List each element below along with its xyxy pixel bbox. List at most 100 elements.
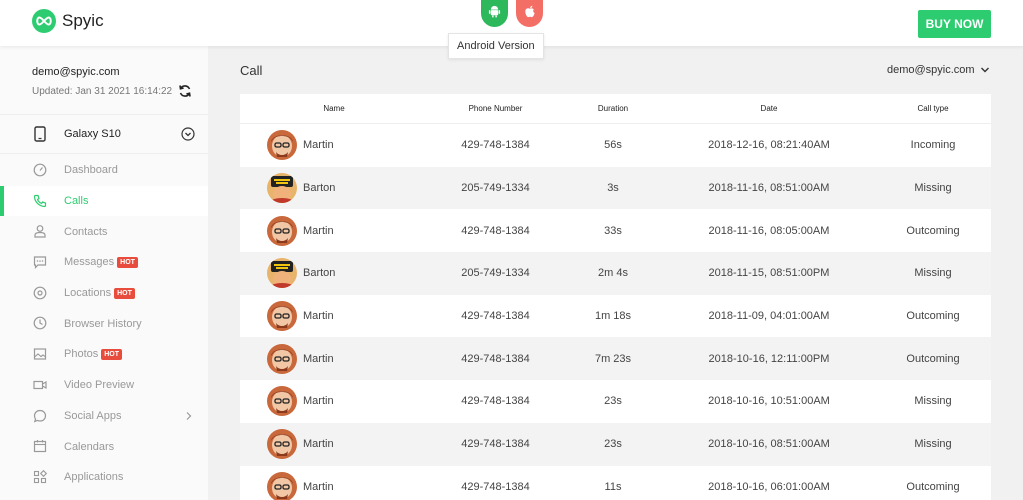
- cell-call-type: Outcoming: [906, 310, 960, 323]
- sidebar-item-text: Locations: [64, 287, 112, 300]
- cell-phone: 429-748-1384: [461, 310, 530, 323]
- ios-version-button[interactable]: [516, 0, 543, 27]
- brand-logo[interactable]: Spyic: [32, 9, 104, 33]
- infinity-logo-icon: [32, 9, 56, 33]
- table-row[interactable]: Martin 429-748-1384 11s 2018-10-16, 06:01:0…: [240, 466, 991, 500]
- contact-name: Martin: [303, 438, 334, 451]
- table-row[interactable]: Barton 205-749-1334 3s 2018-11-16, 08:51:00…: [240, 166, 991, 210]
- avatar: [267, 130, 297, 161]
- column-header-phone[interactable]: Phone Number: [428, 104, 563, 113]
- column-header-duration[interactable]: Duration: [563, 104, 663, 113]
- sidebar-item-messages[interactable]: Messages HOT: [0, 247, 208, 278]
- column-header-name[interactable]: Name: [240, 104, 428, 113]
- cell-duration: 7m 23s: [594, 352, 632, 365]
- table-body: Martin 429-748-1384 56s 2018-12-16, 08:21:4…: [240, 124, 991, 500]
- cell-date: 2018-10-16, 10:51:00AM: [708, 395, 830, 408]
- phone-icon: [33, 194, 47, 208]
- contact-name: Martin: [303, 224, 334, 237]
- android-version-button[interactable]: [481, 0, 508, 27]
- account-email: demo@spyic.com: [32, 66, 120, 78]
- device-name: Galaxy S10: [64, 128, 121, 140]
- contact-name: Martin: [303, 352, 334, 365]
- apps-grid-icon: [33, 469, 47, 484]
- cell-name: Martin: [240, 386, 428, 417]
- apple-icon: [524, 5, 536, 23]
- cell-duration: 2m 4s: [598, 267, 628, 280]
- table-row[interactable]: Martin 429-748-1384 23s 2018-10-16, 10:51:0…: [240, 380, 991, 423]
- cell-call-type: Outcoming: [906, 224, 960, 237]
- cell-call-type: Outcoming: [906, 480, 960, 493]
- hot-badge: HOT: [117, 257, 138, 268]
- chat-bubble-icon: [33, 409, 47, 423]
- table-header: Name Phone Number Duration Date Call typ…: [240, 94, 991, 124]
- sidebar-item-label: Messages HOT: [64, 256, 138, 268]
- cell-duration: 23s: [604, 395, 622, 408]
- contact-name: Martin: [303, 480, 334, 493]
- sidebar-item-social-apps[interactable]: Social Apps: [0, 401, 208, 432]
- cell-name: Martin: [240, 429, 428, 460]
- user-menu[interactable]: demo@spyic.com: [887, 64, 990, 76]
- table-row[interactable]: Martin 429-748-1384 23s 2018-10-16, 08:51:0…: [240, 422, 991, 466]
- table-row[interactable]: Martin 429-748-1384 1m 18s 2018-11-09, 04:0…: [240, 295, 991, 338]
- cell-call-type: Missing: [914, 182, 952, 195]
- table-row[interactable]: Martin 429-748-1384 33s 2018-11-16, 08:05:0…: [240, 209, 991, 252]
- cell-name: Barton: [240, 258, 428, 289]
- column-header-date[interactable]: Date: [663, 104, 875, 113]
- sidebar-item-text: Photos: [64, 348, 99, 361]
- column-header-call-type[interactable]: Call type: [875, 104, 991, 113]
- table-row[interactable]: Martin 429-748-1384 56s 2018-12-16, 08:21:4…: [240, 124, 991, 167]
- contact-name: Martin: [303, 139, 334, 152]
- table-row[interactable]: Martin 429-748-1384 7m 23s 2018-10-16, 12:1…: [240, 337, 991, 381]
- sidebar-item-contacts[interactable]: Contacts: [0, 216, 208, 247]
- sidebar-item-photos[interactable]: Photos HOT: [0, 339, 208, 370]
- avatar: [267, 386, 297, 417]
- sidebar-item-dashboard[interactable]: Dashboard: [0, 155, 208, 186]
- avatar: [267, 429, 297, 460]
- sidebar-item-label: Browser History: [64, 317, 142, 330]
- image-icon: [33, 347, 47, 361]
- sidebar-item-applications[interactable]: Applications: [0, 462, 208, 493]
- cell-name: Martin: [240, 130, 428, 161]
- message-icon: [33, 255, 47, 270]
- cell-phone: 429-748-1384: [461, 438, 530, 451]
- cell-call-type: Outcoming: [906, 352, 960, 365]
- cell-name: Martin: [240, 471, 428, 500]
- chevron-down-circle-icon[interactable]: [181, 127, 195, 146]
- cell-phone: 429-748-1384: [461, 352, 530, 365]
- cell-date: 2018-10-16, 06:01:00AM: [708, 480, 830, 493]
- sidebar-item-label: Video Preview: [64, 379, 135, 392]
- sidebar-item-video-preview[interactable]: Video Preview: [0, 370, 208, 401]
- sidebar-item-label: Social Apps: [64, 409, 122, 422]
- cell-date: 2018-12-16, 08:21:40AM: [708, 139, 830, 152]
- hot-badge: HOT: [101, 349, 123, 361]
- cell-date: 2018-10-16, 12:11:00PM: [708, 352, 830, 365]
- sidebar-item-browser-history[interactable]: Browser History: [0, 308, 208, 339]
- chevron-right-icon: [185, 411, 193, 424]
- cell-duration: 56s: [604, 139, 622, 152]
- cell-call-type: Incoming: [910, 139, 956, 152]
- user-icon: [33, 224, 47, 238]
- buy-now-button[interactable]: BUY NOW: [918, 10, 991, 38]
- refresh-icon[interactable]: [178, 84, 192, 98]
- sidebar-item-calendars[interactable]: Calendars: [0, 431, 208, 462]
- cell-phone: 429-748-1384: [461, 139, 530, 152]
- sidebar-item-calls[interactable]: Calls: [0, 185, 208, 217]
- cell-date: 2018-11-16, 08:05:00AM: [708, 224, 830, 237]
- avatar: [267, 215, 297, 246]
- cell-duration: 33s: [604, 224, 622, 237]
- table-row[interactable]: Barton 205-749-1334 2m 4s 2018-11-15, 08:51…: [240, 252, 991, 295]
- cell-duration: 23s: [604, 438, 622, 451]
- cell-phone: 429-748-1384: [461, 480, 530, 493]
- sidebar-item-label: Locations HOT: [64, 287, 135, 299]
- sidebar-item-label: Contacts: [64, 225, 108, 238]
- sidebar-item-locations[interactable]: Locations HOT: [0, 278, 208, 309]
- sidebar-nav: Dashboard Calls Contacts Messages HOT Loc…: [0, 155, 208, 493]
- device-selector[interactable]: Galaxy S10: [0, 114, 208, 154]
- video-icon: [33, 378, 47, 392]
- sidebar-item-label: Photos HOT: [64, 348, 123, 361]
- sidebar-item-label: Dashboard: [64, 164, 118, 177]
- cell-date: 2018-10-16, 08:51:00AM: [708, 438, 830, 451]
- cell-name: Martin: [240, 301, 428, 332]
- cell-duration: 11s: [604, 480, 622, 493]
- sidebar-item-text: Messages: [64, 256, 115, 269]
